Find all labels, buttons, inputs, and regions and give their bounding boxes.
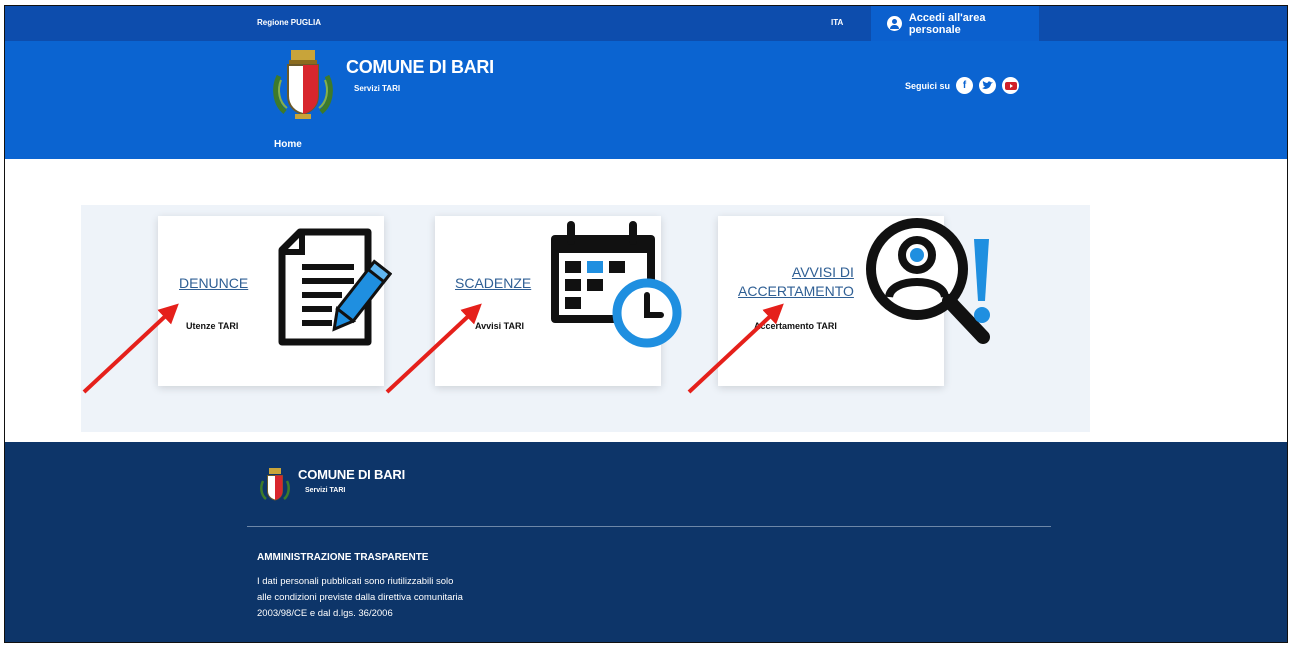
footer-divider [247,526,1051,527]
facebook-icon[interactable]: f [956,77,974,94]
card-avvisi-accertamento[interactable]: AVVISI DI ACCERTAMENTO Accertamento TARI [718,216,990,386]
site-footer: COMUNE DI BARI Servizi TARI AMMINISTRAZI… [5,442,1287,642]
user-icon [887,16,902,31]
login-button[interactable]: Accedi all'area personale [871,6,1039,41]
footer-title[interactable]: COMUNE DI BARI [298,467,405,482]
services-section: DENUNCE Utenze TARI SCADENZE Avvisi TARI… [81,205,1090,432]
calendar-clock-icon [551,221,682,348]
card-title-avvisi-line2: ACCERTAMENTO [738,283,854,299]
site-subtitle: Servizi TARI [354,84,401,93]
card-title-denunce[interactable]: DENUNCE [179,275,248,291]
coat-of-arms-logo[interactable] [271,46,335,122]
card-subtitle-avvisi: Accertamento TARI [754,321,837,331]
footer-coat-of-arms-logo[interactable] [259,466,291,504]
login-label: Accedi all'area personale [908,11,986,36]
region-link[interactable]: Regione PUGLIA [257,18,321,27]
card-subtitle-scadenze: Avvisi TARI [475,321,525,331]
magnifier-user-alert-icon [866,218,990,344]
footer-section-text: I dati personali pubblicati sono riutili… [257,576,463,619]
slim-header: Regione PUGLIA ITA Accedi all'area perso… [5,6,1287,41]
nav-home-link[interactable]: Home [274,139,302,150]
main-header: COMUNE DI BARI Servizi TARI Seguici su f… [5,41,1287,159]
youtube-icon[interactable] [1002,77,1020,94]
twitter-icon[interactable] [979,77,997,94]
card-denunce[interactable]: DENUNCE Utenze TARI [158,216,392,386]
card-title-avvisi[interactable]: AVVISI DI ACCERTAMENTO [738,263,854,301]
social-links: Seguici su f [905,77,1020,94]
card-subtitle-denunce: Utenze TARI [186,321,239,331]
social-label: Seguici su [905,80,951,91]
footer-subtitle: Servizi TARI [305,487,346,494]
browser-viewport: Regione PUGLIA ITA Accedi all'area perso… [4,5,1288,643]
footer-section-heading[interactable]: AMMINISTRAZIONE TRASPARENTE [257,552,428,563]
site-title[interactable]: COMUNE DI BARI [346,57,494,78]
card-title-scadenze[interactable]: SCADENZE [455,275,531,291]
document-edit-icon [278,228,392,346]
card-title-avvisi-line1: AVVISI DI [791,264,854,280]
language-selector[interactable]: ITA [831,18,843,27]
card-scadenze[interactable]: SCADENZE Avvisi TARI [435,216,682,386]
